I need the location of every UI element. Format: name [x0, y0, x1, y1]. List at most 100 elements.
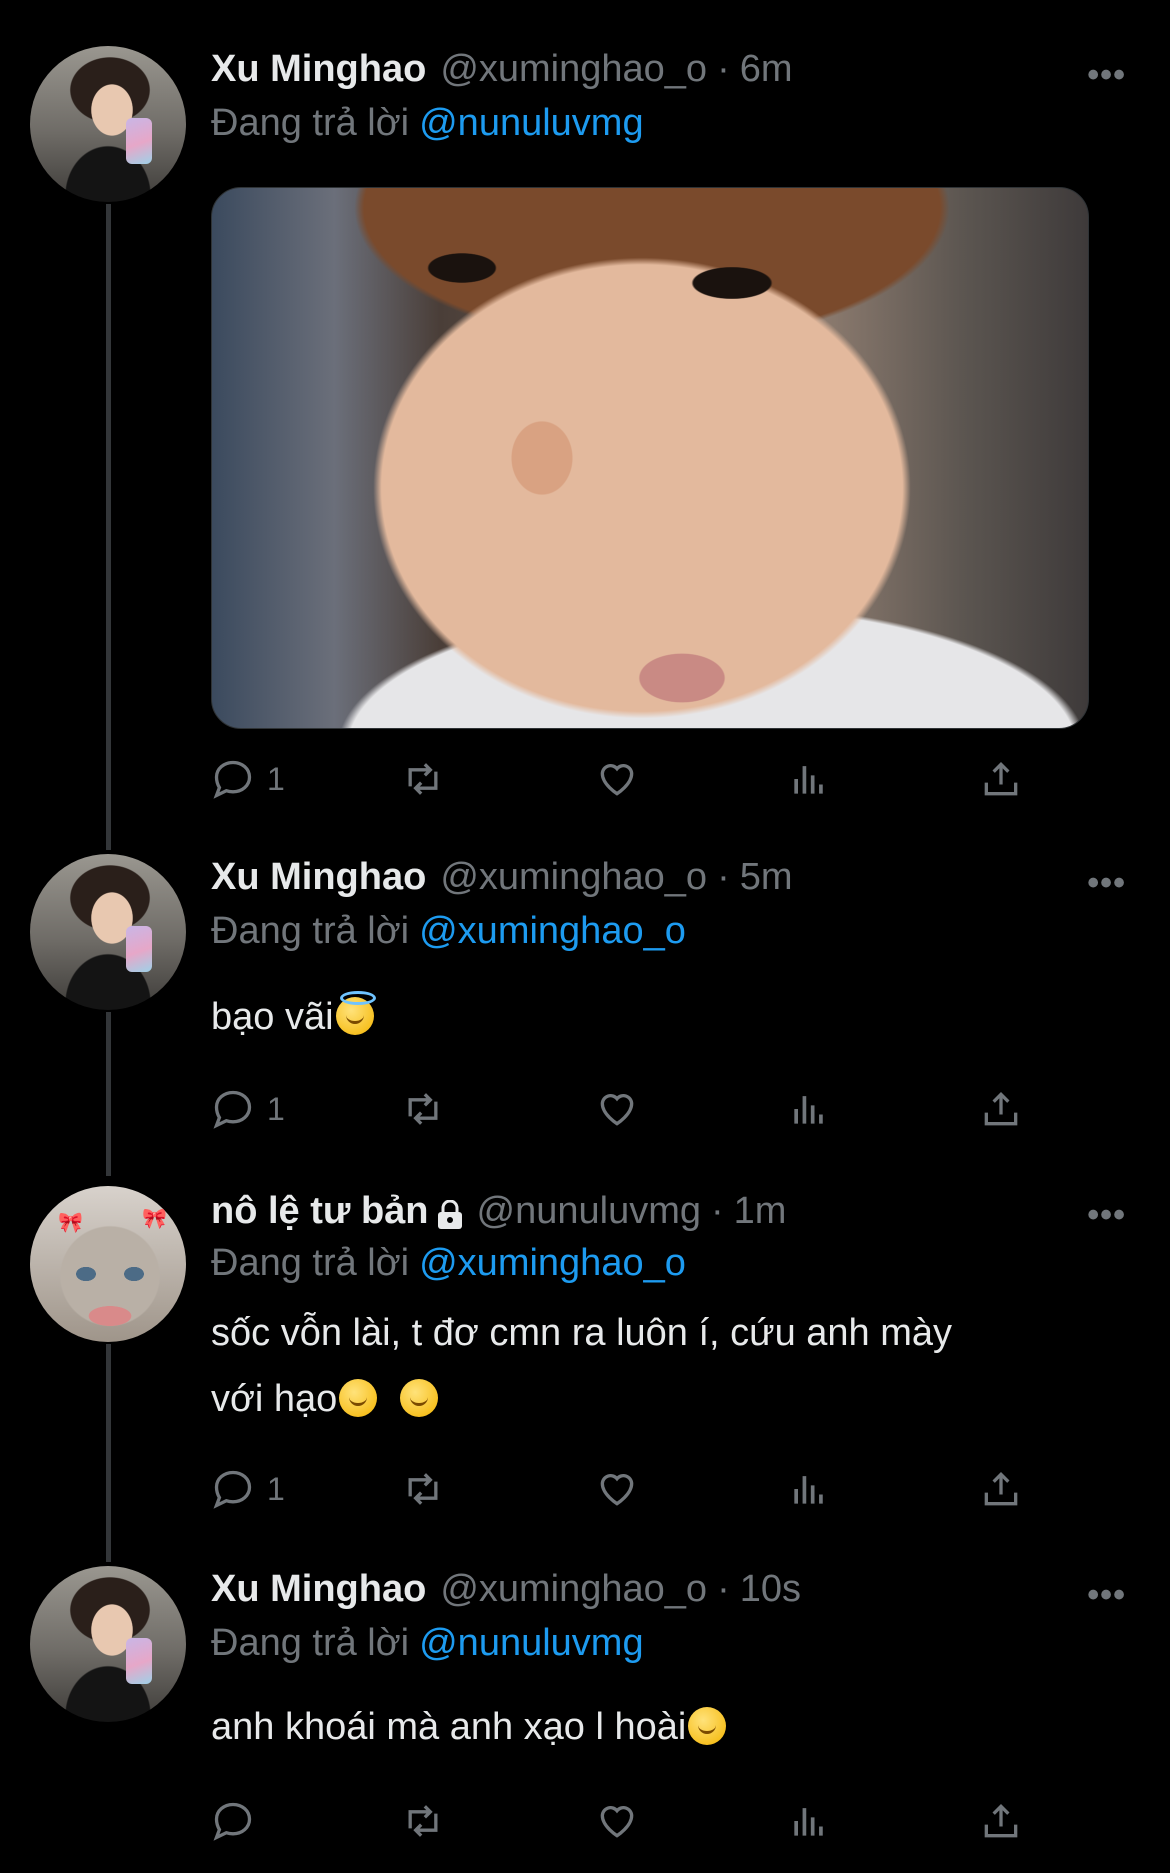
- display-name[interactable]: Xu Minghao: [211, 1568, 426, 1611]
- share-button[interactable]: [979, 1464, 1023, 1514]
- separator: ·: [717, 1568, 730, 1610]
- tweet-text-line: với hạo: [211, 1366, 1111, 1432]
- tweet-header: Xu Minghao @xuminghao_o · 10s: [211, 1568, 801, 1611]
- tweet-text: anh khoái mà anh xạo l hoài: [211, 1694, 1111, 1760]
- more-options-icon[interactable]: •••: [1087, 864, 1126, 903]
- timestamp[interactable]: 1m: [734, 1190, 787, 1233]
- reply-prefix: Đang trả lời: [211, 910, 410, 952]
- dizzy-face-emoji-icon: [339, 1379, 378, 1417]
- tweet-text-content: bạo vãi: [211, 996, 334, 1038]
- lock-icon: [437, 1197, 463, 1229]
- share-icon: [984, 1471, 1018, 1506]
- user-handle[interactable]: @xuminghao_o: [440, 48, 707, 91]
- reply-button[interactable]: 1: [211, 1464, 285, 1514]
- display-name[interactable]: Xu Minghao: [211, 856, 426, 899]
- user-handle[interactable]: @xuminghao_o: [440, 856, 707, 899]
- display-name[interactable]: Xu Minghao: [211, 48, 426, 91]
- views-button[interactable]: [787, 1464, 831, 1514]
- weary-face-emoji-icon: [688, 1707, 727, 1745]
- avatar[interactable]: [30, 854, 186, 1010]
- tweet-header: nô lệ tư bản @nunuluvmg · 1m: [211, 1190, 786, 1233]
- action-bar: [211, 1796, 1018, 1846]
- retweet-icon: [408, 1473, 438, 1505]
- analytics-icon: [794, 1096, 823, 1124]
- heart-icon: [600, 764, 634, 796]
- separator: ·: [717, 856, 730, 898]
- reply-mention-link[interactable]: @nunuluvmg: [419, 1622, 643, 1664]
- reply-icon: [213, 1802, 252, 1841]
- bow-icon: 🎀: [58, 1212, 83, 1234]
- phone-image: [126, 926, 152, 972]
- share-icon: [984, 1091, 1018, 1126]
- share-icon: [984, 1803, 1018, 1838]
- reply-prefix: Đang trả lời: [211, 1622, 410, 1664]
- timestamp[interactable]: 6m: [740, 48, 793, 91]
- like-button[interactable]: [595, 1464, 639, 1514]
- tweet-text-line: sốc vỗn lài, t đơ cmn ra luôn í, cứu anh…: [211, 1312, 953, 1354]
- like-button[interactable]: [595, 1796, 639, 1846]
- avatar[interactable]: 🎀 🎀: [30, 1186, 186, 1342]
- tweet-photo[interactable]: [211, 187, 1089, 729]
- avatar[interactable]: [30, 46, 186, 202]
- heart-icon: [600, 1474, 634, 1506]
- share-icon: [984, 761, 1018, 796]
- share-button[interactable]: [979, 754, 1023, 804]
- like-button[interactable]: [595, 1084, 639, 1134]
- share-button[interactable]: [979, 1796, 1023, 1846]
- share-button[interactable]: [979, 1084, 1023, 1134]
- reply-mention-link[interactable]: @nunuluvmg: [419, 102, 643, 144]
- thread-line: [106, 1344, 111, 1562]
- phone-image: [126, 118, 152, 164]
- reply-mention-link[interactable]: @xuminghao_o: [419, 1242, 686, 1284]
- replying-to: Đang trả lời @nunuluvmg: [211, 1622, 644, 1665]
- tweet-text-content: với hạo: [211, 1378, 338, 1420]
- reply-count: 1: [267, 1090, 285, 1127]
- more-options-icon[interactable]: •••: [1087, 56, 1126, 95]
- views-button[interactable]: [787, 1084, 831, 1134]
- action-bar: 1: [211, 754, 1018, 804]
- retweet-button[interactable]: [401, 1084, 445, 1134]
- retweet-button[interactable]: [401, 754, 445, 804]
- reply-button[interactable]: 1: [211, 1084, 285, 1134]
- analytics-icon: [794, 1808, 823, 1836]
- user-handle[interactable]: @xuminghao_o: [440, 1568, 707, 1611]
- user-handle[interactable]: @nunuluvmg: [477, 1190, 701, 1233]
- action-bar: 1: [211, 1464, 1018, 1514]
- retweet-button[interactable]: [401, 1796, 445, 1846]
- reply-icon: [213, 1090, 252, 1129]
- avatar[interactable]: [30, 1566, 186, 1722]
- tweet-header: Xu Minghao @xuminghao_o · 6m: [211, 48, 793, 91]
- reply-count: 1: [267, 760, 285, 797]
- reply-icon: [213, 1470, 252, 1509]
- bow-icon: 🎀: [142, 1208, 167, 1230]
- tweet-text: sốc vỗn lài, t đơ cmn ra luôn í, cứu anh…: [211, 1300, 1111, 1432]
- reply-button[interactable]: 1: [211, 754, 285, 804]
- retweet-button[interactable]: [401, 1464, 445, 1514]
- replying-to: Đang trả lời @xuminghao_o: [211, 910, 686, 953]
- thread-line: [106, 1012, 111, 1176]
- tweet-header: Xu Minghao @xuminghao_o · 5m: [211, 856, 793, 899]
- retweet-icon: [408, 1805, 438, 1837]
- display-name[interactable]: nô lệ tư bản: [211, 1190, 429, 1233]
- views-button[interactable]: [787, 754, 831, 804]
- like-button[interactable]: [595, 754, 639, 804]
- separator: ·: [717, 48, 730, 90]
- reply-mention-link[interactable]: @xuminghao_o: [419, 910, 686, 952]
- reply-button[interactable]: [211, 1796, 267, 1846]
- halo-emoji-icon: [335, 991, 376, 1035]
- heart-icon: [600, 1094, 634, 1126]
- timestamp[interactable]: 5m: [740, 856, 793, 899]
- retweet-icon: [408, 1093, 438, 1125]
- more-options-icon[interactable]: •••: [1087, 1576, 1126, 1615]
- more-options-icon[interactable]: •••: [1087, 1196, 1126, 1235]
- reply-prefix: Đang trả lời: [211, 1242, 410, 1284]
- heart-icon: [600, 1806, 634, 1838]
- separator: ·: [711, 1190, 724, 1232]
- replying-to: Đang trả lời @nunuluvmg: [211, 102, 644, 145]
- retweet-icon: [408, 763, 438, 795]
- reply-prefix: Đang trả lời: [211, 102, 410, 144]
- tweet-text: bạo vãi: [211, 984, 1111, 1050]
- analytics-icon: [794, 1476, 823, 1504]
- timestamp[interactable]: 10s: [740, 1568, 801, 1611]
- views-button[interactable]: [787, 1796, 831, 1846]
